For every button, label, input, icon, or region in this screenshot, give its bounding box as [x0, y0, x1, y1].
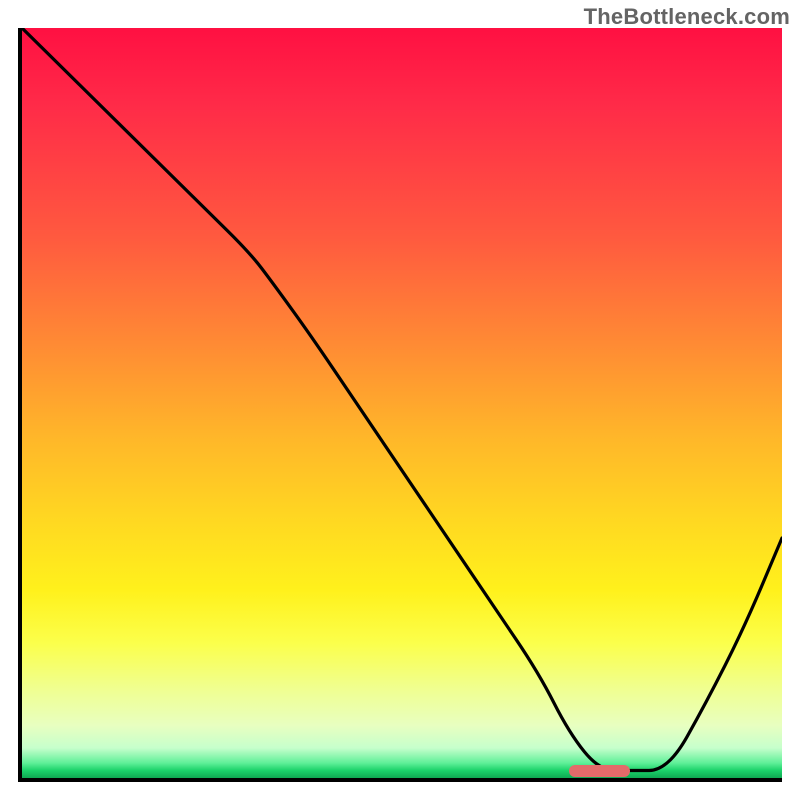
target-marker: [569, 765, 630, 777]
background-gradient: [22, 28, 782, 778]
watermark-text: TheBottleneck.com: [584, 4, 790, 30]
plot-area: [18, 28, 782, 782]
chart-container: TheBottleneck.com: [0, 0, 800, 800]
